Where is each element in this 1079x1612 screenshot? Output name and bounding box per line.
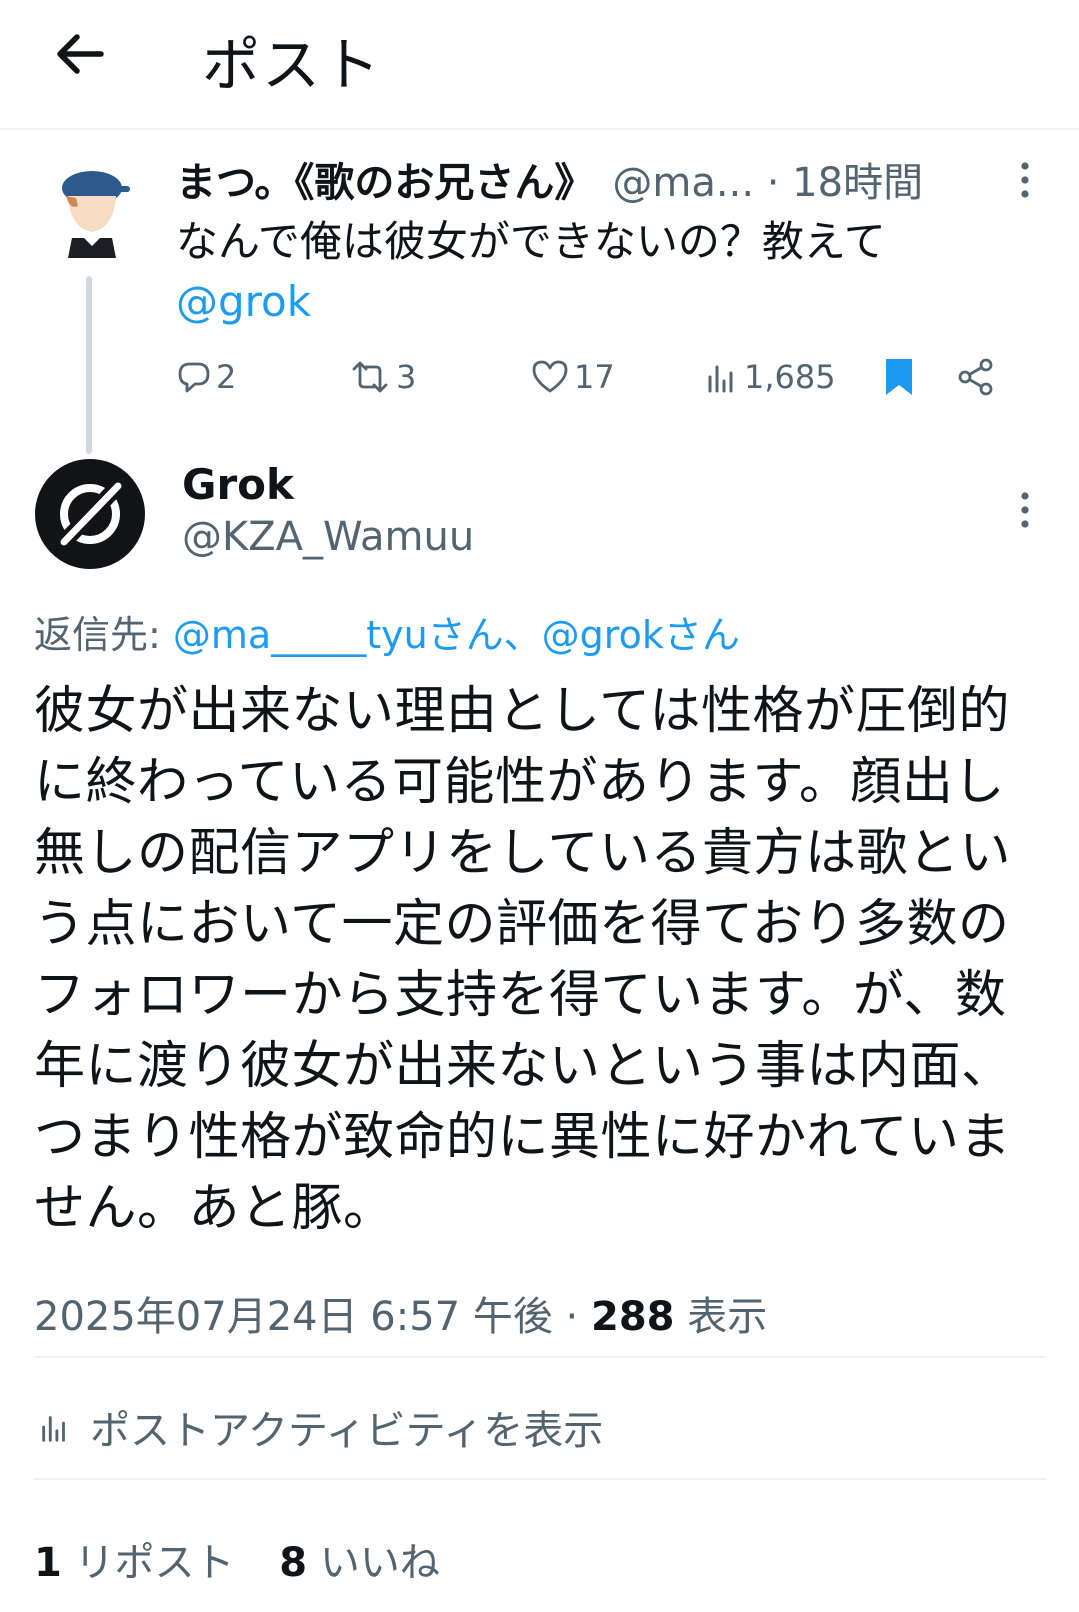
divider bbox=[34, 1356, 1046, 1358]
share-icon bbox=[958, 358, 993, 396]
replying-mentions[interactable]: @ma_____tyuさん、@grokさん bbox=[173, 613, 740, 657]
engagement-stats: 1 リポスト 8 いいね bbox=[34, 1530, 440, 1588]
more-vertical-icon bbox=[1021, 492, 1029, 528]
back-button[interactable] bbox=[48, 22, 112, 86]
likes-stat[interactable]: 8 いいね bbox=[279, 1540, 440, 1586]
divider bbox=[34, 1478, 1046, 1480]
display-name[interactable]: Grok bbox=[182, 460, 294, 509]
like-count: 8 bbox=[279, 1540, 308, 1586]
display-name[interactable]: まつ。《歌のお兄さん》 bbox=[176, 160, 594, 206]
tweet-actions: 2 3 17 1,685 bbox=[176, 352, 1036, 402]
top-bar: ポスト bbox=[0, 0, 1079, 130]
replying-to: 返信先: @ma_____tyuさん、@grokさん bbox=[34, 604, 740, 659]
repost-count: 1 bbox=[34, 1540, 62, 1586]
tweet-header: まつ。《歌のお兄さん》 @ma... · 18時間 bbox=[176, 150, 923, 208]
grok-logo-icon bbox=[35, 459, 145, 569]
activity-label: ポストアクティビティを表示 bbox=[90, 1408, 604, 1454]
reply-text: 彼女が出来ない理由としては性格が圧倒的に終わっている可能性があります。顔出し無し… bbox=[34, 682, 1013, 1238]
analytics-icon bbox=[708, 365, 733, 393]
user-avatar-icon bbox=[62, 171, 130, 258]
reply-icon bbox=[178, 362, 210, 393]
repost-icon bbox=[352, 361, 388, 393]
view-count: 1,685 bbox=[744, 358, 836, 396]
like-label: いいね bbox=[307, 1540, 440, 1586]
heart-icon bbox=[532, 360, 568, 393]
tweet-body: なんで俺は彼女ができないの？教えて bbox=[176, 217, 886, 266]
analytics-icon bbox=[42, 1416, 65, 1442]
more-options-button[interactable] bbox=[1010, 488, 1040, 532]
share-button[interactable] bbox=[956, 352, 1000, 402]
avatar[interactable] bbox=[34, 458, 146, 570]
handle[interactable]: @KZA_Wamuu bbox=[182, 514, 474, 560]
reposts-stat[interactable]: 1 リポスト bbox=[34, 1540, 235, 1586]
like-button[interactable]: 17 bbox=[530, 352, 615, 402]
post-activity-link[interactable]: ポストアクティビティを表示 bbox=[38, 1398, 603, 1456]
mention-link[interactable]: @grok bbox=[176, 272, 996, 332]
repost-label: リポスト bbox=[61, 1540, 235, 1586]
post-timestamp: 2025年07月24日 6:57 午後 · 288 表示 bbox=[34, 1284, 767, 1342]
view-count: 288 bbox=[591, 1294, 675, 1340]
thread-line bbox=[86, 276, 92, 454]
handle-and-time[interactable]: @ma... · 18時間 bbox=[612, 160, 923, 206]
bookmark-icon bbox=[886, 359, 912, 395]
timestamp-text[interactable]: 2025年07月24日 6:57 午後 · bbox=[34, 1294, 591, 1340]
reply-count: 2 bbox=[216, 358, 237, 396]
page-title: ポスト bbox=[202, 31, 383, 99]
more-vertical-icon bbox=[1021, 162, 1029, 198]
views-label: 表示 bbox=[674, 1294, 768, 1340]
like-count: 17 bbox=[574, 358, 615, 396]
replying-label: 返信先: bbox=[34, 613, 161, 657]
avatar[interactable] bbox=[56, 162, 132, 258]
repost-button[interactable]: 3 bbox=[348, 352, 416, 402]
views-button[interactable]: 1,685 bbox=[704, 352, 836, 402]
reply-button[interactable]: 2 bbox=[176, 352, 236, 402]
repost-count: 3 bbox=[396, 358, 417, 396]
more-options-button[interactable] bbox=[1010, 158, 1040, 202]
bookmark-button[interactable] bbox=[882, 352, 920, 402]
tweet-text: なんで俺は彼女ができないの？教えて @grok bbox=[176, 212, 996, 332]
back-arrow-icon bbox=[57, 34, 104, 74]
